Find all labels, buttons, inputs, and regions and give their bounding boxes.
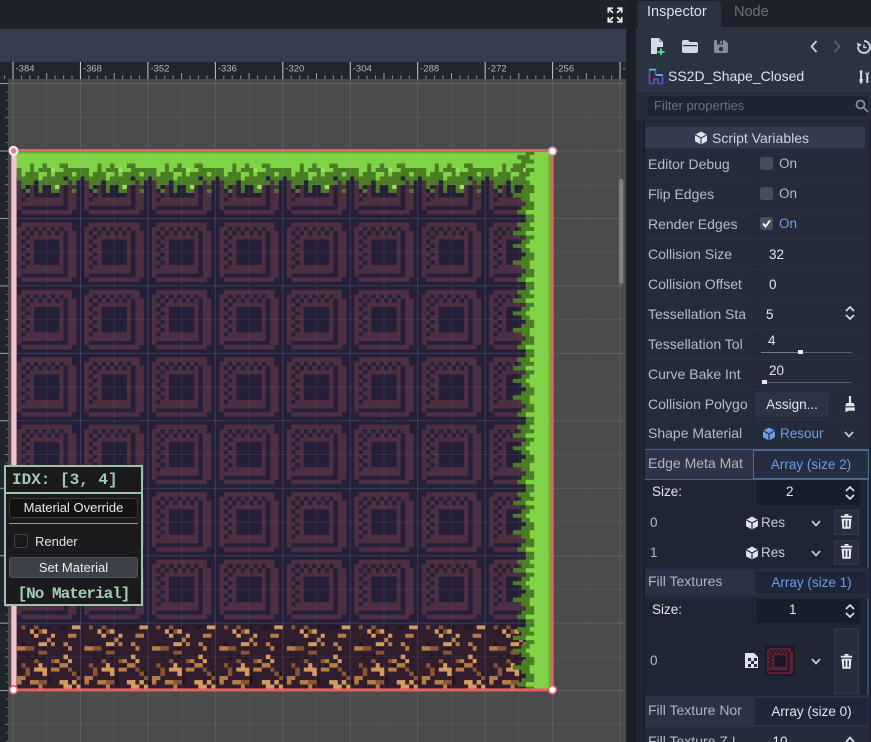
- svg-text:-272: -272: [488, 64, 507, 75]
- svg-text:-304: -304: [353, 64, 372, 75]
- svg-text:-336: -336: [218, 64, 237, 75]
- svg-text:-320: -320: [285, 64, 304, 75]
- svg-text:-352: -352: [150, 64, 169, 75]
- svg-text:-288: -288: [420, 64, 439, 75]
- svg-text:-256: -256: [555, 64, 574, 75]
- svg-text:-368: -368: [83, 64, 102, 75]
- svg-text:-384: -384: [16, 64, 35, 75]
